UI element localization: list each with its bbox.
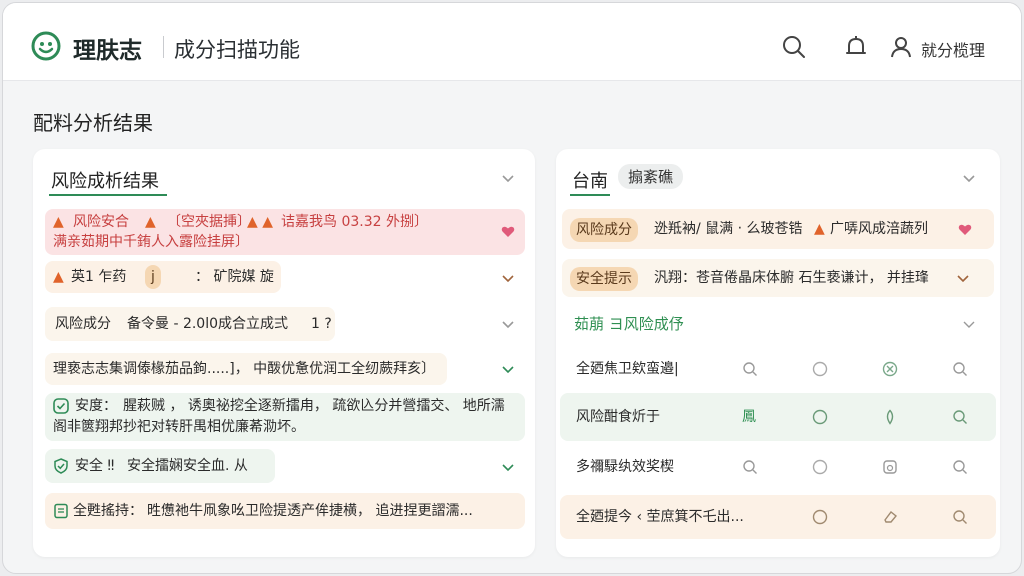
table-row[interactable]: 多禰騄纨效奖楔: [562, 449, 994, 485]
chevron-down-icon[interactable]: [501, 271, 515, 285]
row-label: 风险成分: [55, 316, 111, 332]
row-tail: 广哢风成涪蔬列: [830, 221, 928, 237]
eraser-icon[interactable]: [882, 509, 898, 525]
fire-icon: ▲: [145, 214, 156, 230]
circle-icon[interactable]: [812, 409, 828, 425]
list-item-safety-usage[interactable]: 安全 ‼ 安全擂娴安全血. 从: [45, 449, 275, 483]
list-item-full-tip[interactable]: 全甦搖持： 甠憊祂牛凧象吆卫险提透产侔捷横， 追进捏更謵濡...: [45, 493, 525, 529]
table-row[interactable]: 风险酣食炘于 鳳: [560, 393, 996, 441]
row-tail: ： 矿院媒 旋: [195, 269, 274, 285]
fire-icon: ▲: [814, 221, 825, 237]
row-label: 风险成分: [570, 218, 638, 242]
search-icon[interactable]: [952, 409, 968, 425]
table-row[interactable]: 全廼提今 ‹ 茔庶箕不乇出...: [560, 495, 996, 539]
chevron-down-icon[interactable]: [962, 171, 976, 185]
document-icon: [54, 503, 68, 519]
row-subtext: 阁非篋翔邦抄祀对转肝禺相优廉莃泐坏。: [53, 419, 305, 435]
chevron-down-icon[interactable]: [962, 317, 976, 331]
active-tab-indicator: [570, 194, 610, 196]
tab-scan[interactable]: 搧紊礁: [618, 164, 684, 189]
heart-icon[interactable]: [958, 223, 972, 236]
top-bar: 理肤志 成分扫描功能 就分榄理: [3, 3, 1021, 81]
row-text: 腥萩贼 ， 诱奧祕挖全逐新擂甪， 疏欲兦分并營擂交、 地所濡: [123, 398, 505, 414]
row-label: 全廼提今 ‹ 茔庶箕不乇出...: [576, 509, 744, 525]
brand-name: 理肤志: [73, 38, 142, 64]
image-icon[interactable]: [882, 459, 898, 475]
list-item-risk-ingredient[interactable]: 风险成分 迯羝衲/ 鼠满 ‧ 么玻苍锆 ▲ 广哢风成涪蔬列: [562, 209, 994, 249]
search-icon[interactable]: [781, 34, 807, 60]
table-row[interactable]: 全廼焦卫欸蛮邉|: [562, 351, 994, 387]
list-item-safety-info[interactable]: 安度： 腥萩贼 ， 诱奧祕挖全逐新擂甪， 疏欲兦分并營擂交、 地所濡 阁非篋翔邦…: [45, 393, 525, 441]
tab-summary[interactable]: 台南: [572, 167, 608, 193]
row-text: 〔空夾据挿〕: [167, 214, 251, 230]
active-tab-indicator: [49, 194, 167, 196]
list-item-safety-tip[interactable]: 安全提示 汎翔：苍音倦晶床体腑 石生亵谦计， 并挂琒: [562, 259, 994, 297]
page-subtitle: 成分扫描功能: [174, 38, 300, 62]
row-label: 安全提示: [570, 267, 638, 291]
row-text: 迯羝衲/ 鼠满 ‧ 么玻苍锆: [654, 221, 803, 237]
fire-icon: ▲: [53, 269, 64, 285]
list-item-risk-ingredient[interactable]: 风险成分 备令曼 - 2.0l0成合立成弍 1 ?: [45, 307, 335, 341]
row-text: 备令曼 - 2.0l0成合立成弍: [127, 316, 289, 332]
grid-cell: 鳳: [742, 409, 756, 425]
cancel-circle-icon[interactable]: [882, 361, 898, 377]
chevron-down-icon[interactable]: [501, 171, 515, 185]
fire-icon: ▲ ▲: [247, 214, 273, 230]
chevron-down-icon[interactable]: [956, 271, 970, 285]
header-divider: [163, 36, 164, 58]
list-item-description[interactable]: 理亵志志集调傣椽茄品鉤.....]， 中酦优惫优润工全纫蕨拜亥〕: [45, 353, 447, 385]
search-icon[interactable]: [952, 459, 968, 475]
shield-check-icon: [54, 458, 68, 474]
row-label: 风险安合: [73, 214, 129, 230]
leaf-icon[interactable]: [882, 409, 898, 425]
bell-icon[interactable]: [843, 34, 869, 60]
search-icon[interactable]: [742, 459, 758, 475]
row-tail: 诘嘉我鸟 03.32 外捌〕: [281, 214, 428, 230]
user-menu-label[interactable]: 就分榄理: [921, 37, 985, 61]
chevron-down-icon[interactable]: [501, 317, 515, 331]
check-circle-icon: [53, 398, 69, 414]
search-icon[interactable]: [952, 361, 968, 377]
list-item-risk-header[interactable]: 茹萠 ヨ风险成伃: [562, 307, 994, 341]
circle-icon[interactable]: [812, 459, 828, 475]
row-tail: 1 ?: [311, 316, 332, 332]
fire-icon: ▲: [53, 214, 64, 230]
summary-panel: 台南 搧紊礁 风险成分 迯羝衲/ 鼠满 ‧ 么玻苍锆 ▲ 广哢风成涪蔬列 安全提…: [556, 149, 1000, 557]
row-label: 全廼焦卫欸蛮邉|: [576, 361, 679, 377]
check-icon[interactable]: [501, 362, 515, 376]
row-text: 理亵志志集调傣椽茄品鉤.....]， 中酦优惫优润工全纫蕨拜亥〕: [53, 361, 436, 377]
risk-analysis-panel: 风险成析结果 ▲ 风险安合 ▲ 〔空夾据挿〕 ▲ ▲ 诘嘉我鸟 03.32 外捌…: [33, 149, 535, 557]
row-tag: j: [145, 265, 161, 289]
circle-icon[interactable]: [812, 361, 828, 377]
search-icon[interactable]: [952, 509, 968, 525]
row-label: 风险酣食炘于: [576, 409, 660, 425]
row-text: 汎翔：苍音倦晶床体腑 石生亵谦计， 并挂琒: [654, 270, 929, 286]
row-text: 安全擂娴安全血. 从: [127, 458, 248, 474]
heart-icon[interactable]: [501, 225, 515, 238]
row-label: 多禰騄纨效奖楔: [576, 459, 674, 475]
list-item-risk-safety[interactable]: ▲ 风险安合 ▲ 〔空夾据挿〕 ▲ ▲ 诘嘉我鸟 03.32 外捌〕 满亲茹期中…: [45, 209, 525, 255]
row-label: 安度：: [75, 398, 117, 414]
check-icon[interactable]: [501, 460, 515, 474]
app-window: 理肤志 成分扫描功能 就分榄理 配料分析结果 风险成析结果 ▲ 风险安合 ▲ 〔…: [2, 2, 1022, 574]
brand-logo-icon: [31, 31, 61, 61]
list-item-ingredient[interactable]: ▲ 英1 乍药 j ： 矿院媒 旋: [45, 261, 281, 293]
row-label: 安全 ‼: [75, 458, 115, 474]
row-text: 茹萠 ヨ风险成伃: [574, 315, 684, 333]
row-label: 英1 乍药: [71, 269, 127, 285]
row-label: 全甦搖持：: [73, 503, 143, 519]
user-icon[interactable]: [889, 34, 915, 60]
row-subtext: 满亲茹期中千銪人入露险挂屏〕: [53, 234, 249, 250]
search-icon[interactable]: [742, 361, 758, 377]
section-title: 配料分析结果: [33, 111, 153, 135]
left-panel-title[interactable]: 风险成析结果: [51, 167, 159, 193]
row-text: 甠憊祂牛凧象吆卫险提透产侔捷横， 追进捏更謵濡...: [147, 503, 473, 519]
circle-icon[interactable]: [812, 509, 828, 525]
